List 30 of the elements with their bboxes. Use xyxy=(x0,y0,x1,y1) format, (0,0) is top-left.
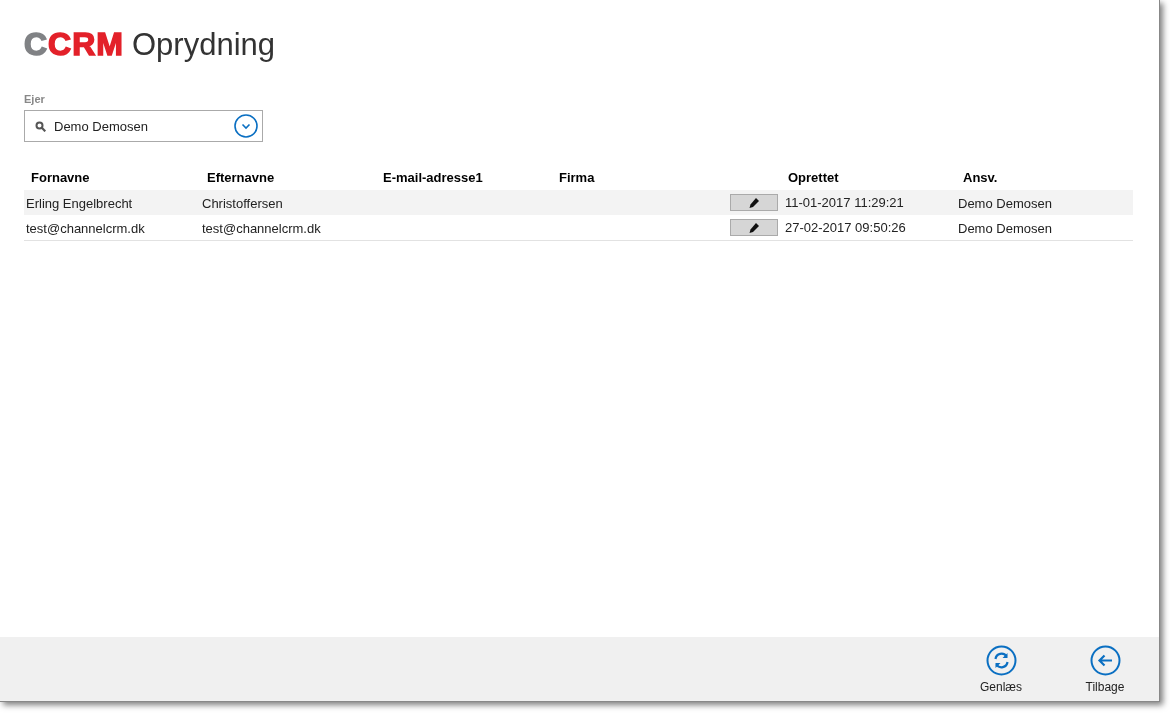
column-header[interactable]: Oprettet xyxy=(728,169,956,185)
chevron-down-icon xyxy=(234,114,258,138)
column-header[interactable]: E-mail-adresse1 xyxy=(376,169,552,185)
column-header[interactable]: Ansv. xyxy=(956,169,1133,185)
table-cell-text: Demo Demosen xyxy=(957,221,1052,236)
page-title: Oprydning xyxy=(132,27,275,63)
refresh-button[interactable]: Genlæs xyxy=(973,644,1029,694)
table-row[interactable]: test@channelcrm.dk test@channelcrm.dk 27-02-2017 09:50:26 Demo Demosen xyxy=(24,215,1133,240)
search-icon xyxy=(35,120,46,132)
table-cell-text: test@channelcrm.dk xyxy=(201,221,321,236)
table-cell-text: Christoffersen xyxy=(201,196,283,211)
table-cell-text: 11-01-2017 11:29:21 xyxy=(784,195,904,210)
edit-button[interactable] xyxy=(730,219,778,236)
edit-button[interactable] xyxy=(730,194,778,211)
table-cell-text: Erling Engelbrecht xyxy=(25,196,133,211)
owner-label: Ejer xyxy=(24,93,46,105)
pencil-icon xyxy=(748,196,760,209)
table-cell-text: Demo Demosen xyxy=(957,196,1052,211)
column-header[interactable]: Firma xyxy=(552,169,728,185)
column-header[interactable]: Efternavne xyxy=(200,169,376,185)
pencil-icon xyxy=(748,221,760,234)
owner-value: Demo Demosen xyxy=(54,118,149,134)
table-row[interactable]: Erling Engelbrecht Christoffersen 11-01-2017 11:29:21 Demo Demosen xyxy=(24,190,1133,215)
table-cell-text: 27-02-2017 09:50:26 xyxy=(784,220,906,235)
logo: CCRM xyxy=(24,26,124,63)
column-header[interactable]: Fornavne xyxy=(24,169,200,185)
owner-dropdown[interactable]: Demo Demosen xyxy=(24,110,263,142)
refresh-icon xyxy=(985,644,1017,676)
back-button[interactable]: Tilbage xyxy=(1077,644,1133,694)
table-cell-text: test@channelcrm.dk xyxy=(25,221,145,236)
